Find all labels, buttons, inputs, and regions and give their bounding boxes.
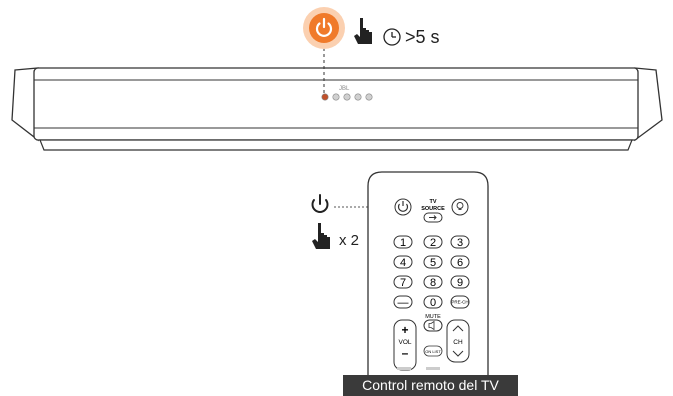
soundbar-base xyxy=(39,139,633,151)
remote-key-label: 9 xyxy=(457,277,463,289)
faint-label xyxy=(397,367,411,370)
volume-up-icon: + xyxy=(401,323,408,337)
remote-key-label: 1 xyxy=(400,237,406,249)
mute-label: MUTE xyxy=(425,314,441,320)
volume-rocker[interactable]: + VOL – xyxy=(393,319,417,371)
duration-label: >5 s xyxy=(405,27,440,47)
remote-key-label: PRE-CH xyxy=(451,300,468,305)
lightbulb-button[interactable] xyxy=(451,198,469,216)
power-indicator-light xyxy=(321,93,329,101)
remote-key-5[interactable]: 5 xyxy=(423,255,443,269)
tv-source-label-2: SOURCE xyxy=(421,206,445,212)
soundbar-logo: JBL xyxy=(339,86,350,92)
remote-key-label: — xyxy=(398,297,409,309)
faint-label xyxy=(426,367,440,370)
soundbar-front xyxy=(33,67,639,141)
soundbar: JBL xyxy=(11,67,663,151)
tv-source-label-1: TV xyxy=(429,199,436,205)
remote-key-4[interactable]: 4 xyxy=(393,255,413,269)
volume-down-icon: – xyxy=(402,346,409,360)
indicator-light xyxy=(365,93,373,101)
remote-key-0[interactable]: 0 xyxy=(423,295,443,309)
remote-key-6[interactable]: 6 xyxy=(450,255,470,269)
remote-key-label: 3 xyxy=(457,237,463,249)
hand-press-icon xyxy=(354,18,372,44)
remote-power-button[interactable] xyxy=(394,198,412,216)
remote-key-label: 4 xyxy=(400,257,406,269)
remote-key-label: 5 xyxy=(430,257,436,269)
on-list-label: ON LIST xyxy=(425,349,441,354)
remote-key-label: 7 xyxy=(400,277,406,289)
tv-remote: TV SOURCE 1 2 3 4 5 6 7 8 9 — 0 PRE-CH MUTE + VOL – xyxy=(367,171,489,396)
remote-key-1[interactable]: 1 xyxy=(393,235,413,249)
remote-key-label: 8 xyxy=(430,277,436,289)
power-button-soundbar[interactable] xyxy=(303,7,345,49)
indicator-light xyxy=(354,93,362,101)
remote-key-2[interactable]: 2 xyxy=(423,235,443,249)
remote-key-3[interactable]: 3 xyxy=(450,235,470,249)
soundbar-right-end xyxy=(634,67,663,142)
clock-icon xyxy=(383,28,401,46)
volume-label: VOL xyxy=(398,339,411,346)
diagram-canvas: JBL TV SOURCE 1 2 34 5 67 8 9— 0 PRE-CH … xyxy=(11,7,663,396)
remote-caption: Control remoto del TV xyxy=(343,375,518,396)
remote-key-7[interactable]: 7 xyxy=(393,275,413,289)
channel-rocker[interactable]: CH xyxy=(446,319,470,363)
remote-key-dash[interactable]: — xyxy=(393,295,413,309)
hand-press-icon xyxy=(312,223,330,249)
remote-key-pre-ch[interactable]: PRE-CH xyxy=(450,295,470,309)
channel-label: CH xyxy=(453,339,463,346)
press-count-label: x 2 xyxy=(339,232,360,249)
indicator-light xyxy=(332,93,340,101)
remote-key-label: 0 xyxy=(430,297,436,309)
on-list-button[interactable]: ON LIST xyxy=(423,345,443,357)
remote-key-9[interactable]: 9 xyxy=(450,275,470,289)
mute-button[interactable] xyxy=(423,319,443,332)
remote-key-label: 6 xyxy=(457,257,463,269)
indicator-light xyxy=(343,93,351,101)
power-icon xyxy=(311,194,329,213)
remote-key-label: 2 xyxy=(430,237,436,249)
tv-source-button[interactable] xyxy=(423,212,443,223)
remote-key-8[interactable]: 8 xyxy=(423,275,443,289)
